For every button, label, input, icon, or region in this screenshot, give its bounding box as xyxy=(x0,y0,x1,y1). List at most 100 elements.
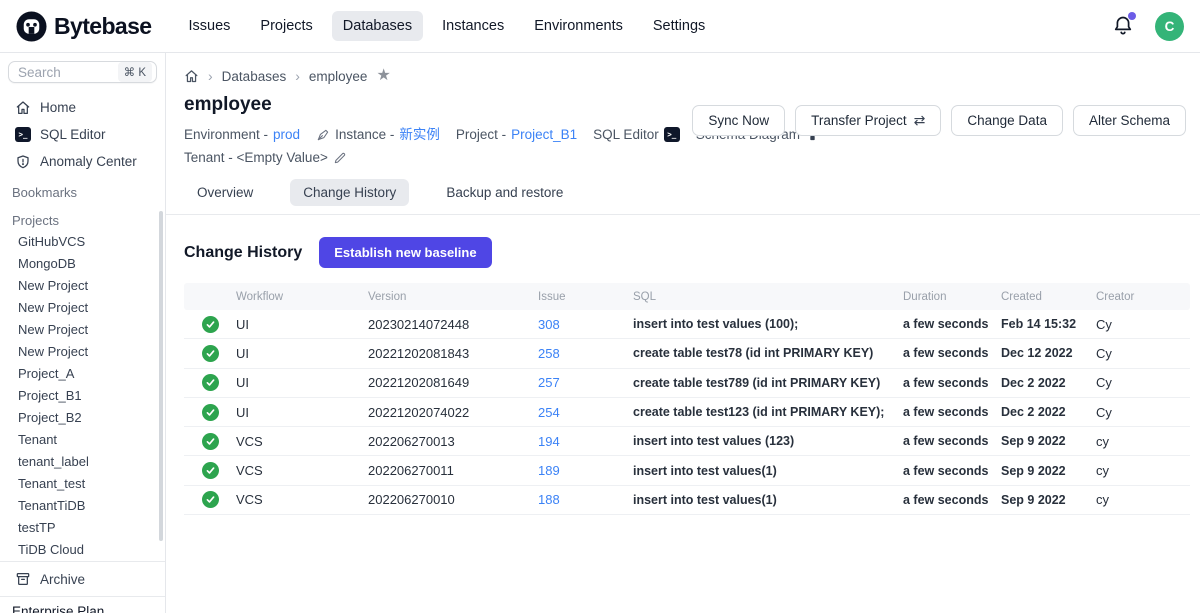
success-check-icon xyxy=(202,433,219,450)
brand[interactable]: Bytebase xyxy=(16,11,151,42)
nav-item[interactable]: Environments xyxy=(523,11,634,41)
nav-item[interactable]: Instances xyxy=(431,11,515,41)
breadcrumb-employee[interactable]: employee xyxy=(309,69,368,84)
transfer-arrows-icon: ⇄ xyxy=(914,112,926,129)
tab[interactable]: Backup and restore xyxy=(433,179,576,206)
table-row[interactable]: UI 20230214072448 308 insert into test v… xyxy=(184,310,1190,339)
duration-cell: a few seconds xyxy=(903,464,1001,478)
workflow-cell: VCS xyxy=(236,492,368,507)
created-cell: Dec 2 2022 xyxy=(1001,376,1096,390)
favorite-star-icon[interactable]: ★ xyxy=(376,68,390,84)
tab[interactable]: Overview xyxy=(184,179,266,206)
creator-cell: Cy xyxy=(1096,375,1190,390)
issue-link[interactable]: 308 xyxy=(538,317,560,332)
sql-cell: create table test78 (id int PRIMARY KEY) xyxy=(633,346,903,360)
meta-sql-editor[interactable]: SQL Editor >_ xyxy=(593,123,680,146)
sidebar-scrollbar[interactable] xyxy=(159,211,163,541)
sidebar-project-item[interactable]: Tenant_test xyxy=(0,473,165,495)
breadcrumb-home-icon[interactable] xyxy=(184,69,199,84)
plan-badge: Enterprise Plan xyxy=(0,596,165,613)
issue-link[interactable]: 258 xyxy=(538,346,560,361)
search-input[interactable] xyxy=(18,65,100,80)
projects-section-label: Projects xyxy=(0,203,165,231)
breadcrumb-separator: › xyxy=(295,68,300,84)
nav-item[interactable]: Issues xyxy=(177,11,241,41)
sidebar-project-item[interactable]: Project_B2 xyxy=(0,407,165,429)
sidebar-project-item[interactable]: New Project xyxy=(0,275,165,297)
meta-environment: Environment - prod xyxy=(184,123,300,146)
button-label: Transfer Project xyxy=(811,113,907,128)
top-navbar: Bytebase Issues Projects Databases Instance… xyxy=(0,0,1200,53)
environment-link[interactable]: prod xyxy=(273,123,300,146)
instance-link[interactable]: 新实例 xyxy=(399,123,440,146)
nav-item[interactable]: Databases xyxy=(332,11,423,41)
issue-link[interactable]: 194 xyxy=(538,434,560,449)
issue-link[interactable]: 257 xyxy=(538,375,560,390)
creator-cell: cy xyxy=(1096,492,1190,507)
duration-cell: a few seconds xyxy=(903,376,1001,390)
sql-editor-label: SQL Editor xyxy=(593,123,659,146)
nav-item[interactable]: Projects xyxy=(249,11,323,41)
creator-cell: cy xyxy=(1096,434,1190,449)
workflow-cell: UI xyxy=(236,317,368,332)
created-cell: Sep 9 2022 xyxy=(1001,464,1096,478)
tabs-bar: Overview Change History Backup and restore xyxy=(166,179,1200,215)
sidebar-item-anomaly-center[interactable]: Anomaly Center xyxy=(0,148,165,175)
sidebar-item-sql-editor[interactable]: >_ SQL Editor xyxy=(0,121,165,148)
notifications-bell-icon[interactable] xyxy=(1111,14,1135,38)
button-label: Change Data xyxy=(967,113,1047,128)
change-data-button[interactable]: Change Data xyxy=(951,105,1063,136)
table-row[interactable]: VCS 202206270010 188 insert into test va… xyxy=(184,486,1190,515)
breadcrumb-databases[interactable]: Databases xyxy=(222,69,287,84)
nav-item[interactable]: Settings xyxy=(642,11,716,41)
sql-editor-icon: >_ xyxy=(15,127,31,142)
sidebar-project-item[interactable]: Tenant xyxy=(0,429,165,451)
issue-link[interactable]: 254 xyxy=(538,405,560,420)
sidebar-project-item[interactable]: Project_B1 xyxy=(0,385,165,407)
meta-project: Project - Project_B1 xyxy=(456,123,577,146)
sidebar-project-item[interactable]: Project_A xyxy=(0,363,165,385)
sidebar-project-item[interactable]: testTP xyxy=(0,517,165,539)
tab[interactable]: Change History xyxy=(290,179,409,206)
duration-cell: a few seconds xyxy=(903,493,1001,507)
search-box[interactable]: ⌘ K xyxy=(8,61,157,83)
success-check-icon xyxy=(202,404,219,421)
instance-engine-icon xyxy=(316,128,330,142)
sidebar-project-item[interactable]: MongoDB xyxy=(0,253,165,275)
sidebar-item-archive[interactable]: Archive xyxy=(0,561,165,596)
version-cell: 202206270011 xyxy=(368,463,538,478)
table-row[interactable]: UI 20221202074022 254 create table test1… xyxy=(184,398,1190,427)
table-row[interactable]: VCS 202206270011 189 insert into test va… xyxy=(184,456,1190,485)
success-check-icon xyxy=(202,491,219,508)
sidebar-item-label: Archive xyxy=(40,572,85,587)
sidebar-projects-list: GitHubVCSMongoDBNew ProjectNew ProjectNe… xyxy=(0,231,165,561)
table-row[interactable]: VCS 202206270013 194 insert into test va… xyxy=(184,427,1190,456)
table-body: UI 20230214072448 308 insert into test v… xyxy=(184,310,1190,515)
sidebar-project-item[interactable]: tenant_label xyxy=(0,451,165,473)
duration-cell: a few seconds xyxy=(903,317,1001,331)
sidebar-project-item[interactable]: TiDB Cloud xyxy=(0,539,165,561)
transfer-project-button[interactable]: Transfer Project ⇄ xyxy=(795,105,941,136)
project-link[interactable]: Project_B1 xyxy=(511,123,577,146)
sync-now-button[interactable]: Sync Now xyxy=(692,105,785,136)
sidebar-item-home[interactable]: Home xyxy=(0,94,165,121)
issue-link[interactable]: 189 xyxy=(538,463,560,478)
establish-baseline-button[interactable]: Establish new baseline xyxy=(319,237,491,268)
sidebar-project-item[interactable]: GitHubVCS xyxy=(0,231,165,253)
alter-schema-button[interactable]: Alter Schema xyxy=(1073,105,1186,136)
user-avatar[interactable]: C xyxy=(1155,12,1184,41)
database-meta-line-2: Tenant - <Empty Value> xyxy=(166,146,1200,169)
sidebar-project-item[interactable]: New Project xyxy=(0,341,165,363)
edit-pencil-icon[interactable] xyxy=(333,151,347,165)
sql-cell: create table test789 (id int PRIMARY KEY… xyxy=(633,376,903,390)
duration-cell: a few seconds xyxy=(903,405,1001,419)
issue-link[interactable]: 188 xyxy=(538,492,560,507)
workflow-cell: UI xyxy=(236,346,368,361)
table-row[interactable]: UI 20221202081649 257 create table test7… xyxy=(184,369,1190,398)
sidebar-project-item[interactable]: TenantTiDB xyxy=(0,495,165,517)
sidebar-project-item[interactable]: New Project xyxy=(0,319,165,341)
sidebar-project-item[interactable]: New Project xyxy=(0,297,165,319)
success-check-icon xyxy=(202,345,219,362)
table-row[interactable]: UI 20221202081843 258 create table test7… xyxy=(184,339,1190,368)
version-cell: 20221202074022 xyxy=(368,405,538,420)
